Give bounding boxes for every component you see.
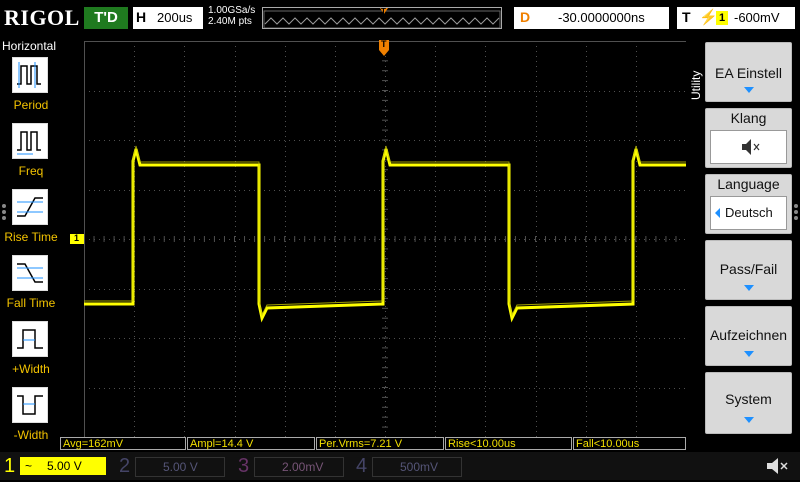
sample-rate: 1.00GSa/s xyxy=(208,5,256,16)
fall-time-label: Fall Time xyxy=(6,296,56,310)
language-button[interactable]: Language Deutsch xyxy=(705,174,792,234)
period-icon xyxy=(17,62,41,88)
chevron-down-icon xyxy=(743,417,754,423)
channel-2-box: 5.00 V xyxy=(135,457,225,477)
aufzeichnen-label: Aufzeichnen xyxy=(709,327,788,343)
positive-width-button[interactable] xyxy=(12,321,48,357)
channel-3-scale: 2.00mV xyxy=(282,460,324,474)
channel-1-scale: 5.00 V xyxy=(47,459,82,473)
waveform-display[interactable] xyxy=(83,40,687,438)
pass-fail-button[interactable]: Pass/Fail xyxy=(705,240,792,300)
language-label: Language xyxy=(717,176,780,192)
delay-box[interactable]: D -30.0000000ns xyxy=(514,7,669,29)
freq-button[interactable] xyxy=(12,123,48,159)
measure-fall[interactable]: Fall<10.00us xyxy=(573,437,686,450)
period-label: Period xyxy=(13,98,49,112)
positive-width-icon xyxy=(17,329,43,349)
ea-einstell-button[interactable]: EA Einstell xyxy=(705,42,792,102)
rising-edge-icon: ⚡ xyxy=(699,9,718,26)
chevron-down-icon xyxy=(743,351,754,357)
negative-width-label: -Width xyxy=(13,428,49,442)
channel-2-status[interactable]: 2 5.00 V xyxy=(117,454,227,478)
chevron-left-icon xyxy=(715,208,720,218)
delay-value: -30.0000000ns xyxy=(558,10,645,25)
delay-key: D xyxy=(520,9,531,25)
measure-menu: Horizontal Period Freq Rise Time Fall Ti… xyxy=(0,37,62,442)
overview-trigger-marker: T xyxy=(381,7,386,16)
trigger-position-marker[interactable]: T xyxy=(379,39,389,56)
fall-time-icon xyxy=(17,263,43,283)
channel-4-scale: 500mV xyxy=(400,460,439,474)
klang-value-box[interactable] xyxy=(710,130,787,164)
channel-bar: 1 ~ 5.00 V 2 5.00 V 3 2.00mV 4 500mV xyxy=(0,452,800,480)
channel-1-number: 1 xyxy=(4,455,16,477)
channel-4-box: 500mV xyxy=(372,457,462,477)
measure-ampl[interactable]: Ampl=14.4 V xyxy=(187,437,315,450)
freq-icon xyxy=(17,131,41,155)
trigger-source-badge: 1 xyxy=(716,11,728,25)
measure-avg[interactable]: Avg=162mV xyxy=(60,437,186,450)
klang-label: Klang xyxy=(730,110,767,126)
brand-logo: RIGOL xyxy=(4,5,80,30)
channel-1-status[interactable]: 1 ~ 5.00 V xyxy=(2,454,108,478)
negative-width-icon xyxy=(17,395,43,415)
language-value: Deutsch xyxy=(725,205,773,220)
speaker-muted-icon xyxy=(742,139,760,155)
language-value-box[interactable]: Deutsch xyxy=(710,196,787,230)
pass-fail-label: Pass/Fail xyxy=(719,261,778,277)
trigger-box[interactable]: T ⚡ 1 -600mV xyxy=(677,7,795,29)
channel-2-number: 2 xyxy=(119,455,131,477)
system-label: System xyxy=(725,391,772,407)
left-menu-page-indicator xyxy=(0,202,8,230)
trigger-status-badge: T'D xyxy=(84,7,128,29)
negative-width-button[interactable] xyxy=(12,387,48,423)
sound-mute-button[interactable] xyxy=(764,455,790,482)
channel-4-status[interactable]: 4 500mV xyxy=(354,454,464,478)
waveform-grid xyxy=(83,40,687,438)
utility-tab[interactable]: Utility xyxy=(686,44,704,108)
ch1-offset-marker[interactable]: 1 xyxy=(70,233,84,244)
rise-time-icon xyxy=(17,197,43,217)
channel-1-box: ~ 5.00 V xyxy=(20,457,106,475)
measure-rise[interactable]: Rise<10.00us xyxy=(445,437,572,450)
channel-3-number: 3 xyxy=(238,455,250,477)
memory-depth: 2.40M pts xyxy=(208,16,252,27)
measure-vrms[interactable]: Per.Vrms=7.21 V xyxy=(316,437,444,450)
measure-menu-title: Horizontal xyxy=(2,39,57,53)
sample-info: 1.00GSa/s 2.40M pts xyxy=(208,5,255,27)
rise-time-button[interactable] xyxy=(12,189,48,225)
system-button[interactable]: System xyxy=(705,372,792,434)
fall-time-button[interactable] xyxy=(12,255,48,291)
chevron-down-icon xyxy=(743,87,754,93)
waveform-overview-bar[interactable]: T xyxy=(262,7,502,29)
channel-3-box: 2.00mV xyxy=(254,457,344,477)
ch1-offset-label: 1 xyxy=(74,233,80,243)
channel-4-number: 4 xyxy=(356,455,368,477)
timebase-value: 200us xyxy=(157,10,193,25)
timebase-box[interactable]: H 200us xyxy=(133,7,203,29)
trigger-position-label: T xyxy=(381,39,387,49)
trigger-level: -600mV xyxy=(734,10,780,25)
period-button[interactable] xyxy=(12,57,48,93)
ac-coupling-icon: ~ xyxy=(25,459,33,473)
channel-2-scale: 5.00 V xyxy=(163,460,198,474)
ea-einstell-label: EA Einstell xyxy=(715,65,782,81)
aufzeichnen-button[interactable]: Aufzeichnen xyxy=(705,306,792,366)
measurement-bar: Avg=162mV Ampl=14.4 V Per.Vrms=7.21 V Ri… xyxy=(60,437,686,451)
chevron-down-icon xyxy=(743,285,754,291)
positive-width-label: +Width xyxy=(12,362,50,376)
trigger-key: T xyxy=(682,9,691,25)
speaker-muted-icon xyxy=(767,458,788,474)
grid-lines xyxy=(83,40,687,438)
channel-3-status[interactable]: 3 2.00mV xyxy=(236,454,346,478)
timebase-key: H xyxy=(136,9,147,25)
rise-time-label: Rise Time xyxy=(4,230,58,244)
menu-page-indicator xyxy=(792,202,800,230)
freq-label: Freq xyxy=(18,164,44,178)
klang-button[interactable]: Klang xyxy=(705,108,792,168)
utility-tab-label: Utility xyxy=(689,70,703,100)
